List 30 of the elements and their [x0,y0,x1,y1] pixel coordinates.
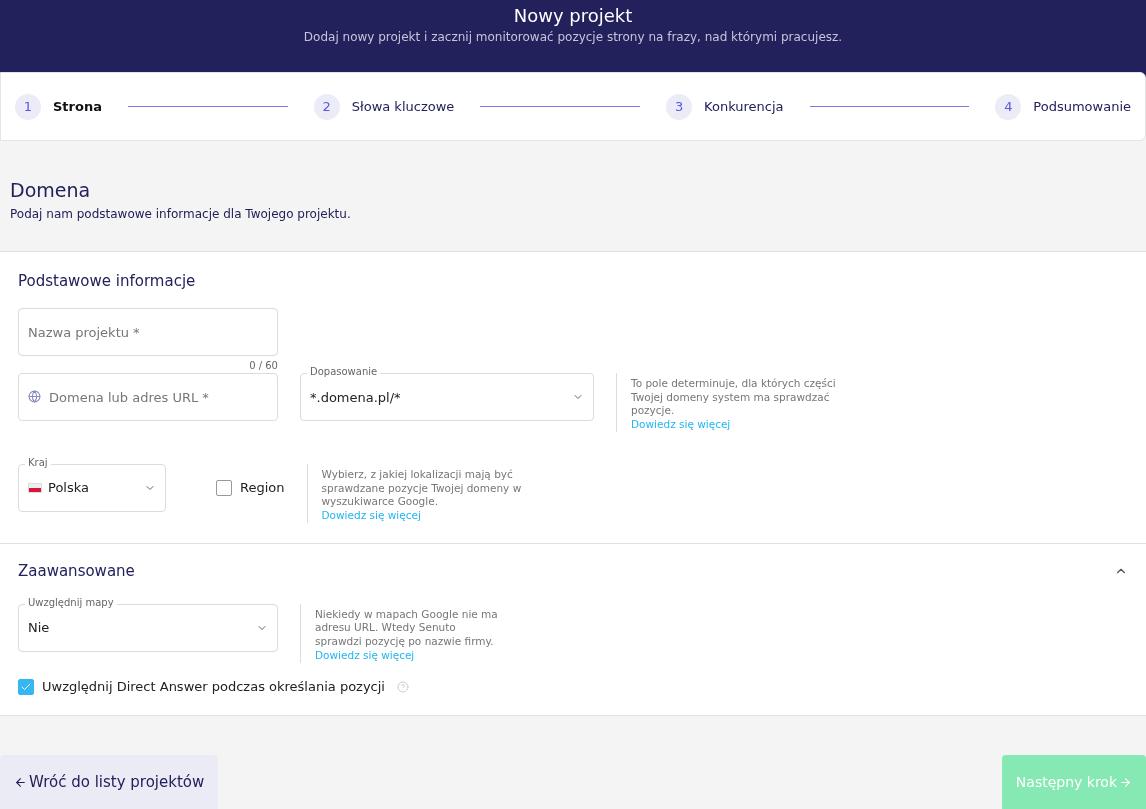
step-number: 1 [15,93,41,120]
back-button[interactable]: Wróć do listy projektów [0,755,219,809]
field-label: Dopasowanie [307,366,381,377]
section-heading: Podstawowe informacje [18,272,197,290]
direct-answer-checkbox[interactable]: Uwzględnij Direct Answer podczas określania pozycji [18,678,1128,695]
step-label: Słowa kluczowe [351,99,455,114]
arrow-right-icon [1119,775,1132,789]
flag-icon [28,482,42,493]
globe-icon [28,390,41,403]
section-heading: Zaawansowane [18,561,135,580]
page-title: Nowy projekt [513,5,633,26]
step-label: Podsumowanie [1033,99,1131,114]
field-label: Uwzględnij mapy [25,596,117,608]
page-subtitle: Dodaj nowy projekt i zacznij monitorować pozycje strony na frazy, nad którymi pracujesz. [303,30,843,44]
character-counter: 0 / 60 [248,360,278,371]
help-text: Wybierz, z jakiej lokalizacji mają być sprawdzane pozycje Twojej domeny w wyszukiwarce Google. [321,467,523,509]
step-label: Strona [53,99,102,114]
step-label: Konkurencja [704,99,784,114]
step-number: 3 [666,93,693,120]
step-number: 4 [995,93,1022,120]
region-checkbox[interactable]: Region [216,479,285,496]
help-text: To pole determinuje, dla których części Twojej domeny system ma sprawdzać pozycje. [631,377,837,418]
section-subtitle: Podaj nam podstawowe informacje dla Twojego projektu. [10,207,352,221]
help-text: Niekiedy w mapach Google nie ma adresu URL. Wtedy Senuto sprawdzi pozycję po nazwie firmy. [315,607,499,649]
arrow-left-icon [14,775,27,789]
input-field[interactable]: Domena lub adres URL * [18,373,278,421]
step-number: 2 [313,93,340,120]
field-label: Kraj [25,456,51,468]
section-title: Domena [10,179,92,201]
input-field[interactable]: Nazwa projektu * [18,308,278,356]
